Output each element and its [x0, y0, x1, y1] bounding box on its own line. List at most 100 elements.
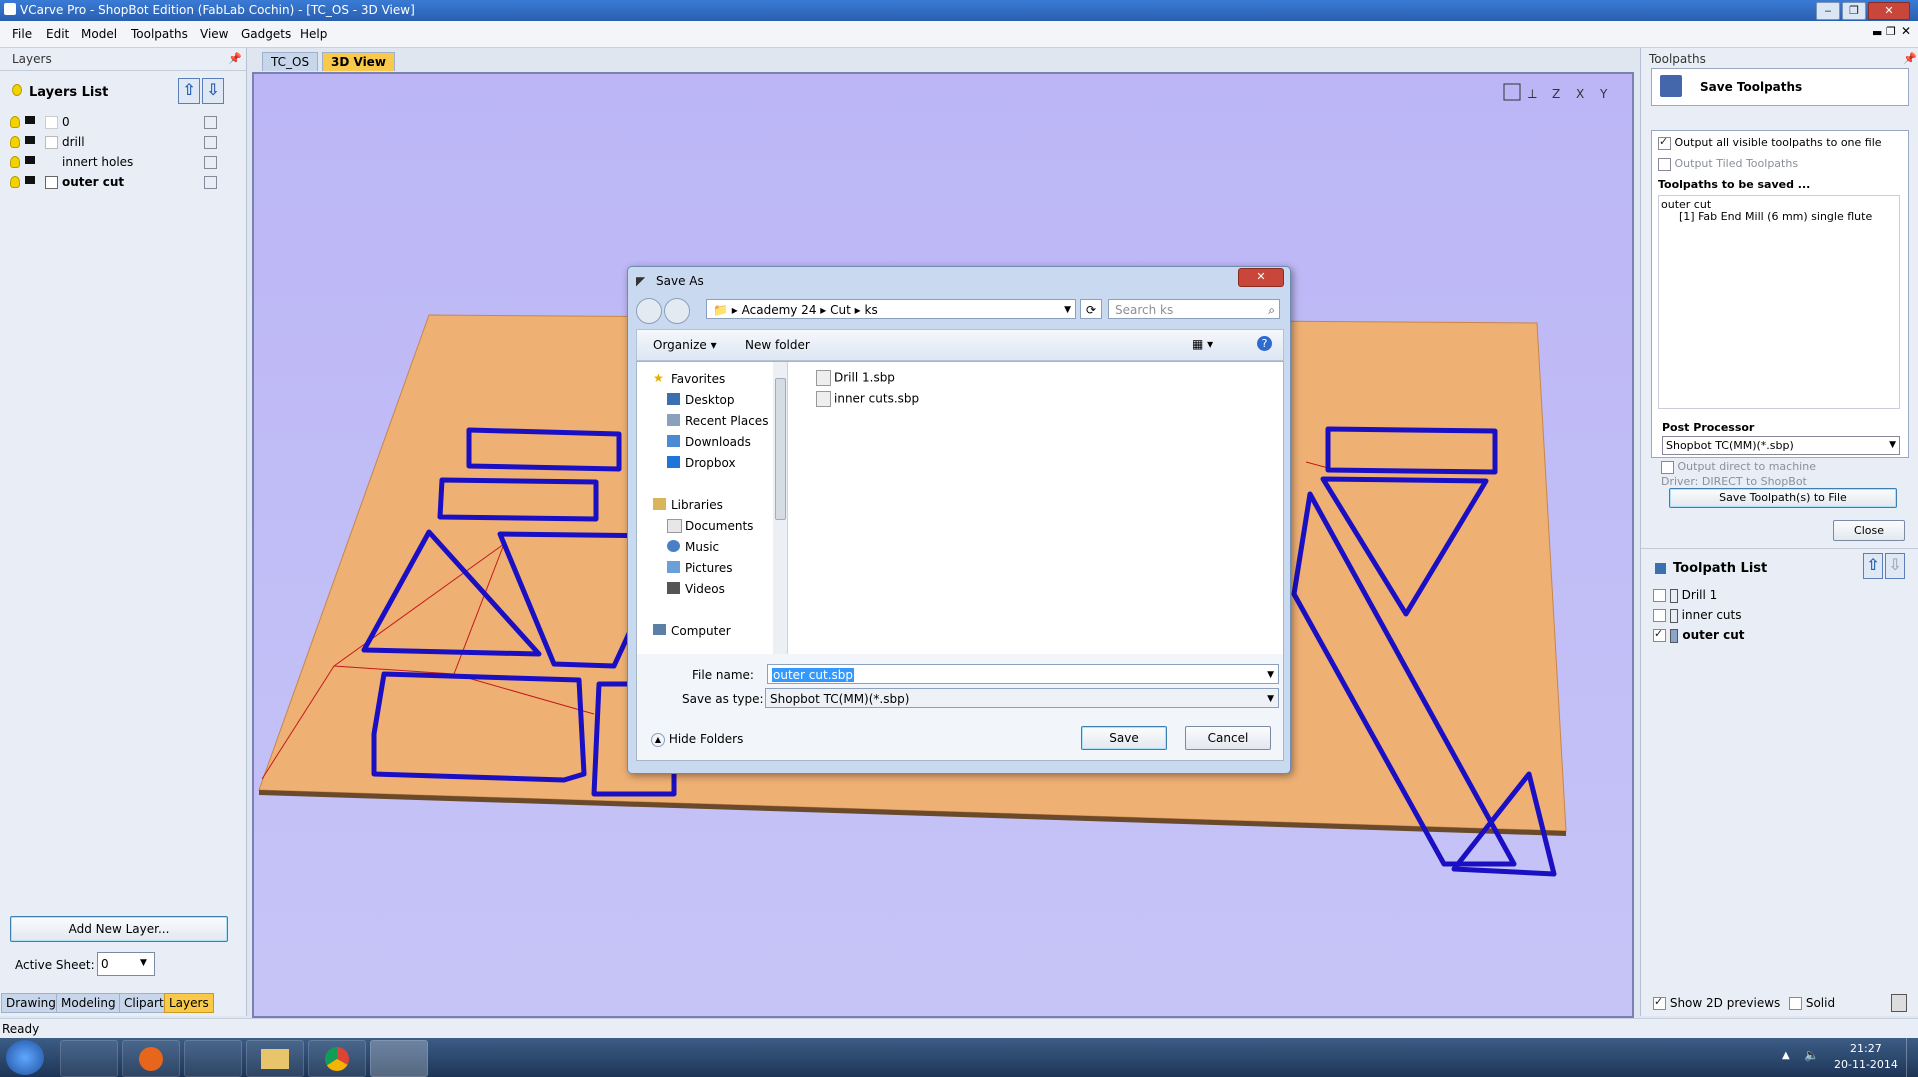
layer-color-swatch[interactable]: [45, 136, 58, 149]
tab-tc-os[interactable]: TC_OS: [262, 52, 319, 71]
pin-icon[interactable]: 📌: [228, 52, 242, 65]
chevron-down-icon[interactable]: ▼: [1064, 300, 1071, 320]
mdi-close-button[interactable]: ✕: [1901, 24, 1911, 38]
active-sheet-select[interactable]: 0 ▼: [97, 952, 155, 976]
show-2d-previews-option[interactable]: Show 2D previews: [1653, 995, 1780, 1010]
layer-checkbox[interactable]: [204, 156, 217, 169]
tab-modeling[interactable]: Modeling: [56, 993, 121, 1013]
output-all-option[interactable]: Output all visible toolpaths to one file: [1658, 135, 1882, 150]
save-button[interactable]: Save: [1081, 726, 1167, 750]
menu-edit[interactable]: Edit: [46, 27, 69, 41]
nav-pictures[interactable]: Pictures: [667, 561, 733, 575]
layer-color-swatch[interactable]: [45, 156, 56, 167]
help-icon[interactable]: ?: [1257, 336, 1272, 351]
mdi-restore-button[interactable]: ❐: [1886, 25, 1896, 38]
save-type-select[interactable]: Shopbot TC(MM)(*.sbp) ▼: [765, 688, 1279, 708]
layer-color-swatch[interactable]: [45, 116, 58, 129]
nav-desktop[interactable]: Desktop: [667, 393, 735, 407]
volume-icon[interactable]: 🔈: [1804, 1048, 1819, 1062]
visibility-bulb-icon[interactable]: [10, 136, 20, 148]
layer-row-0[interactable]: 0: [10, 114, 220, 132]
view-options-icon[interactable]: ▦ ▾: [1192, 337, 1213, 351]
clock-time[interactable]: 21:27: [1850, 1042, 1882, 1055]
pin-icon[interactable]: 📌: [1903, 52, 1917, 65]
tray-up-icon[interactable]: ▲: [1782, 1050, 1790, 1061]
menu-help[interactable]: Help: [300, 27, 327, 41]
visibility-bulb-icon[interactable]: [10, 116, 20, 128]
tab-layers[interactable]: Layers: [164, 993, 214, 1013]
organize-button[interactable]: Organize ▾: [653, 338, 717, 352]
layer-row-drill[interactable]: drill: [10, 134, 220, 152]
taskbar-firefox-icon[interactable]: [122, 1040, 180, 1077]
toolpath-item-outer-cut[interactable]: outer cut: [1653, 627, 1745, 643]
back-button[interactable]: [636, 298, 662, 324]
nav-recent-places[interactable]: Recent Places: [667, 414, 768, 428]
output-direct-checkbox[interactable]: [1661, 460, 1674, 474]
layer-row-innert-holes[interactable]: innert holes: [10, 154, 220, 172]
show-desktop-button[interactable]: [1906, 1038, 1918, 1077]
nav-downloads[interactable]: Downloads: [667, 435, 751, 449]
taskbar-app-icon[interactable]: [184, 1040, 242, 1077]
taskbar-vcarve-icon[interactable]: [370, 1040, 428, 1077]
save-toolpaths-to-file-button[interactable]: Save Toolpath(s) to File: [1669, 488, 1897, 508]
solid-checkbox[interactable]: [1789, 997, 1802, 1010]
close-window-button[interactable]: ✕: [1868, 2, 1910, 20]
toolpath-item-inner-cuts[interactable]: inner cuts: [1653, 608, 1742, 623]
visibility-bulb-icon[interactable]: [10, 156, 20, 168]
scrollbar-thumb[interactable]: [775, 378, 786, 520]
menu-gadgets[interactable]: Gadgets: [241, 27, 291, 41]
toolpath-move-down-button[interactable]: ⇩: [1885, 553, 1905, 579]
breadcrumb-ks[interactable]: ks: [865, 303, 878, 317]
file-item-inner-cuts[interactable]: inner cuts.sbp: [816, 391, 919, 407]
breadcrumb-cut[interactable]: Cut: [830, 303, 851, 317]
tab-drawing[interactable]: Drawing: [1, 993, 61, 1013]
visibility-bulb-icon[interactable]: [10, 176, 20, 188]
add-new-layer-button[interactable]: Add New Layer...: [10, 916, 228, 942]
layer-color-swatch[interactable]: [45, 176, 58, 189]
mdi-minimize-button[interactable]: ▬: [1872, 26, 1882, 39]
new-folder-button[interactable]: New folder: [745, 338, 810, 352]
layer-move-down-button[interactable]: ⇩: [202, 78, 224, 104]
layer-checkbox[interactable]: [204, 176, 217, 189]
layer-checkbox[interactable]: [204, 136, 217, 149]
nav-documents[interactable]: Documents: [667, 519, 753, 533]
panel-toggle-icon[interactable]: [1891, 994, 1907, 1012]
menu-view[interactable]: View: [200, 27, 228, 41]
nav-computer[interactable]: Computer: [653, 624, 731, 638]
search-input[interactable]: Search ks ⌕: [1108, 299, 1280, 319]
address-bar[interactable]: 📁 ▸ Academy 24 ▸ Cut ▸ ks ▼: [706, 299, 1076, 319]
close-button[interactable]: Close: [1833, 520, 1905, 541]
maximize-button[interactable]: ❐: [1842, 2, 1866, 20]
solid-option[interactable]: Solid: [1789, 996, 1835, 1010]
hide-folders-toggle[interactable]: ▲ Hide Folders: [651, 732, 743, 747]
layer-checkbox[interactable]: [204, 116, 217, 129]
menu-toolpaths[interactable]: Toolpaths: [131, 27, 188, 41]
post-processor-select[interactable]: Shopbot TC(MM)(*.sbp) ▼: [1662, 436, 1900, 455]
nav-dropbox[interactable]: Dropbox: [667, 456, 736, 470]
nav-music[interactable]: Music: [667, 540, 719, 554]
navigation-scrollbar[interactable]: [773, 362, 788, 654]
taskbar-paint-icon[interactable]: [60, 1040, 118, 1077]
menu-file[interactable]: File: [12, 27, 32, 41]
start-button[interactable]: [6, 1040, 44, 1075]
output-direct-option[interactable]: Output direct to machine: [1661, 460, 1816, 474]
show-2d-checkbox[interactable]: [1653, 995, 1666, 1010]
minimize-button[interactable]: ‒: [1816, 2, 1840, 20]
forward-button[interactable]: [664, 298, 690, 324]
file-item-drill-1[interactable]: Drill 1.sbp: [816, 370, 895, 386]
nav-favorites[interactable]: ★ Favorites: [653, 371, 725, 386]
cancel-button[interactable]: Cancel: [1185, 726, 1271, 750]
nav-libraries[interactable]: Libraries: [653, 498, 723, 512]
file-name-input[interactable]: outer cut.sbp ▼: [767, 664, 1279, 684]
breadcrumb-academy-24[interactable]: Academy 24: [742, 303, 817, 317]
nav-videos[interactable]: Videos: [667, 582, 725, 596]
taskbar-explorer-icon[interactable]: [246, 1040, 304, 1077]
layer-row-outer-cut[interactable]: outer cut: [10, 174, 220, 192]
toolpath-checkbox[interactable]: [1653, 627, 1666, 642]
refresh-button[interactable]: ⟳: [1080, 299, 1102, 319]
toolpath-checkbox[interactable]: [1653, 589, 1666, 602]
menu-model[interactable]: Model: [81, 27, 117, 41]
dialog-close-button[interactable]: ✕: [1238, 268, 1284, 287]
toolpath-checkbox[interactable]: [1653, 609, 1666, 622]
taskbar-chrome-icon[interactable]: [308, 1040, 366, 1077]
